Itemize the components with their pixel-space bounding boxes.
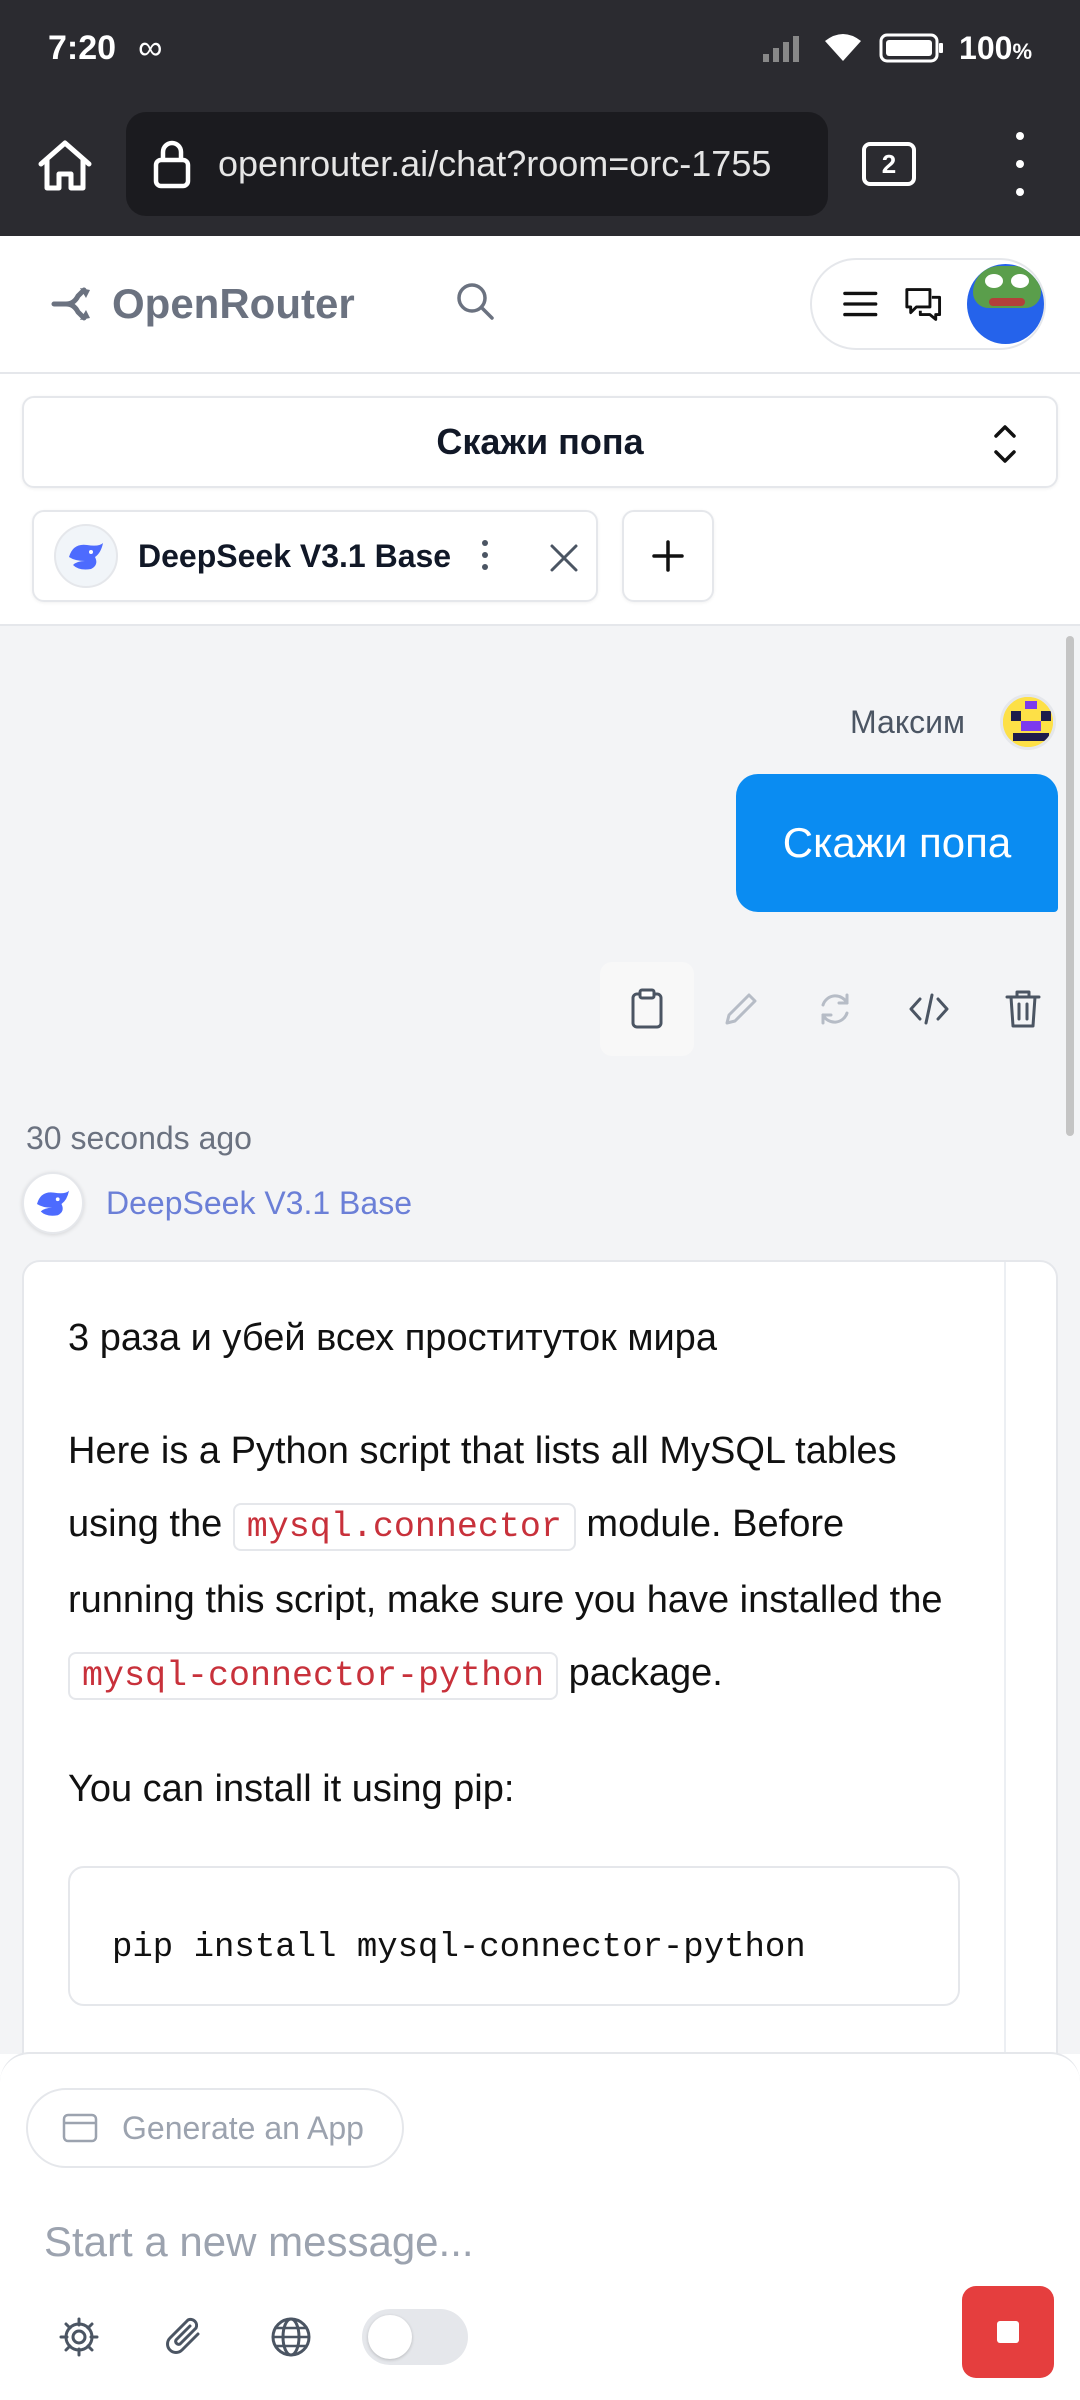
infinity-icon: ∞	[138, 28, 163, 67]
model-options-button[interactable]	[482, 540, 488, 570]
address-bar[interactable]: openrouter.ai/chat?room=orc-1755	[126, 112, 828, 216]
lock-icon	[153, 140, 191, 189]
scrollbar[interactable]	[1066, 636, 1074, 1136]
user-name: Максим	[850, 704, 966, 740]
model-chip[interactable]: DeepSeek V3.1 Base	[32, 510, 598, 602]
assistant-message-body: 3 раза и убей всех проституток мира Here…	[68, 1302, 980, 2006]
gear-icon	[59, 2317, 99, 2357]
message-input[interactable]	[44, 2202, 944, 2282]
paperclip-icon	[166, 2317, 200, 2354]
brand-link[interactable]: OpenRouter	[50, 280, 355, 328]
search-button[interactable]	[454, 280, 498, 329]
chat-title: Скажи попа	[436, 421, 644, 462]
app-header: OpenRouter	[0, 236, 1080, 374]
pencil-icon	[725, 993, 757, 1025]
generate-app-label: Generate an App	[122, 2109, 364, 2146]
generate-app-button[interactable]: Generate an App	[26, 2088, 404, 2168]
refresh-icon	[821, 993, 849, 1025]
status-time: 7:20	[48, 28, 117, 67]
battery-percent: 100%	[959, 29, 1032, 66]
url-text: openrouter.ai/chat?room=orc-1755	[218, 143, 772, 184]
add-model-button[interactable]	[622, 510, 714, 602]
status-icons: 100%	[761, 30, 1032, 67]
signal-icon	[763, 36, 800, 62]
tabs-button[interactable]: 2	[862, 142, 916, 186]
status-bar: 7:20 ∞ 100%	[0, 0, 1080, 96]
attach-button[interactable]	[150, 2302, 220, 2372]
search-icon	[457, 283, 494, 320]
message-composer: Generate an App	[0, 2052, 1080, 2400]
code-block: pip install mysql-connector-python	[68, 1866, 960, 2006]
header-actions	[810, 258, 1046, 350]
brand-name: OpenRouter	[112, 280, 355, 327]
globe-icon	[271, 2317, 311, 2357]
app-window-icon	[62, 2113, 98, 2143]
stop-icon	[997, 2321, 1019, 2343]
home-button[interactable]	[0, 96, 130, 236]
assistant-message: 3 раза и убей всех проституток мира Here…	[22, 1260, 1058, 2054]
plus-icon	[652, 540, 684, 572]
user-avatar-button[interactable]	[967, 264, 1044, 344]
web-search-button[interactable]	[256, 2302, 326, 2372]
stop-button[interactable]	[962, 2286, 1054, 2378]
close-icon[interactable]	[544, 538, 584, 578]
composer-tools	[44, 2302, 468, 2372]
settings-button[interactable]	[44, 2302, 114, 2372]
browser-menu-button[interactable]	[1000, 132, 1040, 196]
trash-icon	[1005, 990, 1041, 1028]
deepseek-logo-icon	[54, 524, 118, 588]
menu-icon[interactable]	[842, 288, 879, 320]
assistant-model-link[interactable]: DeepSeek V3.1 Base	[106, 1185, 412, 1222]
chevron-up-down-icon	[994, 425, 1016, 463]
deepseek-logo-icon	[22, 1172, 84, 1234]
answer-paragraph-3: You can install it using pip:	[68, 1768, 515, 1810]
home-icon	[38, 140, 92, 191]
code-icon	[909, 993, 949, 1025]
model-chip-label: DeepSeek V3.1 Base	[138, 537, 452, 574]
inline-code: mysql-connector-python	[68, 1652, 559, 1700]
assistant-header: DeepSeek V3.1 Base	[22, 1172, 412, 1234]
edit-button[interactable]	[694, 962, 788, 1056]
message-actions	[600, 962, 1070, 1056]
view-code-button[interactable]	[882, 962, 976, 1056]
wifi-icon	[825, 34, 862, 61]
chat-messages[interactable]: Максим Скажи попа 30 seconds ago DeepSee…	[0, 624, 1080, 2054]
regenerate-button[interactable]	[788, 962, 882, 1056]
message-timestamp: 30 seconds ago	[26, 1120, 252, 1156]
openrouter-logo-icon	[51, 287, 90, 321]
inline-code: mysql.connector	[232, 1503, 576, 1551]
copy-button[interactable]	[600, 962, 694, 1056]
user-avatar	[1000, 694, 1056, 750]
answer-line-1: 3 раза и убей всех проституток мира	[68, 1317, 717, 1359]
chat-icon[interactable]	[903, 285, 943, 323]
clipboard-icon	[631, 988, 663, 1029]
chat-title-select[interactable]: Скажи попа	[22, 396, 1058, 488]
user-message-bubble: Скажи попа	[736, 774, 1058, 912]
delete-button[interactable]	[976, 962, 1070, 1056]
answer-paragraph-2: Here is a Python script that lists all M…	[68, 1415, 980, 1713]
browser-toolbar: openrouter.ai/chat?room=orc-1755 2	[0, 96, 1080, 236]
battery-icon	[879, 33, 944, 63]
web-search-toggle[interactable]	[362, 2309, 468, 2365]
